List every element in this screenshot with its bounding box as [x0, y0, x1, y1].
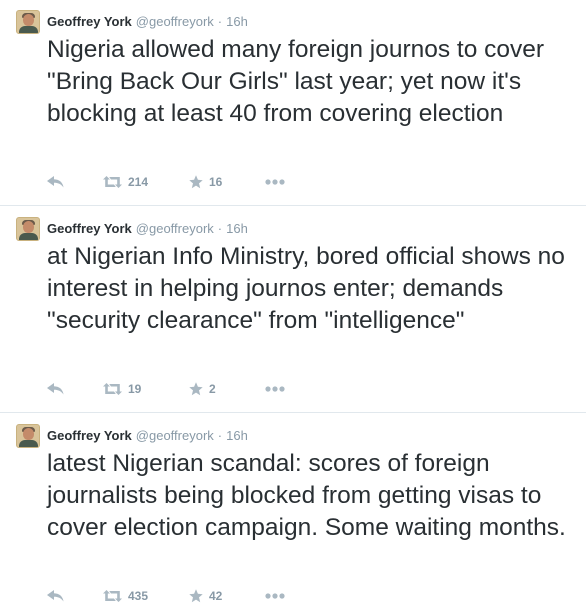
tweet-header: Geoffrey York @geoffreyork · 16h	[16, 10, 248, 36]
tweet-timestamp[interactable]: 16h	[226, 221, 248, 236]
favorite-count: 16	[209, 175, 223, 189]
retweet-count: 214	[128, 175, 149, 189]
tweet[interactable]: Geoffrey York @geoffreyork · 16h Nigeria al…	[0, 0, 586, 206]
tweet-actions: 435 42	[47, 586, 285, 606]
author-fullname[interactable]: Geoffrey York	[47, 14, 132, 29]
author-fullname[interactable]: Geoffrey York	[47, 428, 132, 443]
author-screenname[interactable]: @geoffreyork	[136, 221, 214, 236]
reply-icon	[47, 383, 64, 395]
tweet-actions: 214 16	[47, 172, 285, 192]
separator-dot: ·	[217, 221, 223, 236]
favorite-button[interactable]: 16	[189, 175, 265, 189]
reply-button[interactable]	[47, 176, 103, 188]
avatar[interactable]	[16, 10, 40, 34]
author-fullname[interactable]: Geoffrey York	[47, 221, 132, 236]
retweet-count: 19	[128, 382, 142, 396]
tweet-text: latest Nigerian scandal: scores of forei…	[47, 450, 566, 541]
more-button[interactable]	[265, 386, 285, 392]
reply-icon	[47, 590, 64, 602]
author-screenname[interactable]: @geoffreyork	[136, 14, 214, 29]
tweet-timestamp[interactable]: 16h	[226, 14, 248, 29]
reply-button[interactable]	[47, 383, 103, 395]
tweet[interactable]: Geoffrey York @geoffreyork · 16h at Nigeria…	[0, 207, 586, 413]
retweet-icon	[103, 590, 122, 602]
reply-icon	[47, 176, 64, 188]
favorite-button[interactable]: 2	[189, 382, 265, 396]
tweet[interactable]: Geoffrey York @geoffreyork · 16h latest Nig…	[0, 414, 586, 603]
tweet-text: at Nigerian Info Ministry, bored officia…	[47, 243, 565, 334]
retweet-icon	[103, 383, 122, 395]
tweet-header: Geoffrey York @geoffreyork · 16h	[16, 217, 248, 243]
author-screenname[interactable]: @geoffreyork	[136, 428, 214, 443]
separator-dot: ·	[217, 428, 223, 443]
retweet-button[interactable]: 19	[103, 382, 189, 396]
favorite-count: 42	[209, 589, 223, 603]
favorite-count: 2	[209, 382, 216, 396]
more-button[interactable]	[265, 593, 285, 599]
retweet-count: 435	[128, 589, 149, 603]
retweet-icon	[103, 176, 122, 188]
separator-dot: ·	[217, 14, 223, 29]
tweet-timestamp[interactable]: 16h	[226, 428, 248, 443]
retweet-button[interactable]: 435	[103, 589, 189, 603]
favorite-button[interactable]: 42	[189, 589, 265, 603]
more-button[interactable]	[265, 179, 285, 185]
reply-button[interactable]	[47, 590, 103, 602]
retweet-button[interactable]: 214	[103, 175, 189, 189]
tweet-text: Nigeria allowed many foreign journos to …	[47, 36, 545, 127]
avatar[interactable]	[16, 424, 40, 448]
favorite-star-icon	[189, 382, 203, 396]
more-dots-icon	[265, 179, 285, 185]
favorite-star-icon	[189, 589, 203, 603]
more-dots-icon	[265, 593, 285, 599]
tweet-timeline: Geoffrey York @geoffreyork · 16h Nigeria al…	[0, 0, 586, 603]
tweet-header: Geoffrey York @geoffreyork · 16h	[16, 424, 248, 450]
avatar[interactable]	[16, 217, 40, 241]
tweet-actions: 19 2	[47, 379, 285, 399]
favorite-star-icon	[189, 175, 203, 189]
more-dots-icon	[265, 386, 285, 392]
